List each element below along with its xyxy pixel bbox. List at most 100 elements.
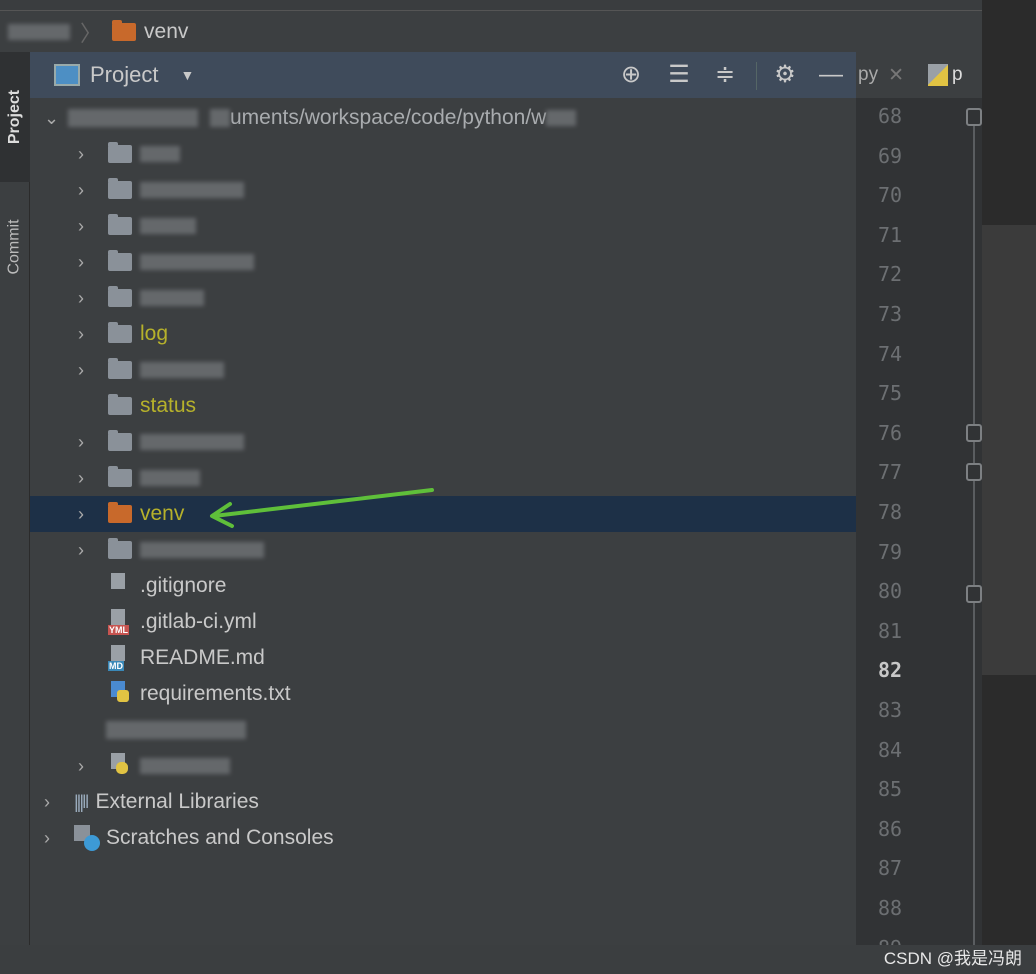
- line-number: 78: [878, 500, 903, 524]
- breadcrumb-separator: 〉: [80, 20, 103, 46]
- locate-icon[interactable]: ⊕: [616, 60, 646, 90]
- tool-window-stripe: Project Commit: [0, 52, 30, 945]
- line-number: 70: [878, 183, 903, 208]
- line-number: 75: [878, 381, 903, 406]
- python-requirements-icon: [108, 681, 132, 707]
- chevron-right-icon[interactable]: ›: [44, 828, 58, 849]
- line-number: 74: [878, 341, 903, 366]
- tree-root[interactable]: ⌄ uments/workspace/code/python/w: [30, 100, 856, 136]
- folder-label: log: [140, 322, 169, 345]
- window-top-edge: [0, 0, 982, 10]
- breadcrumb-venv[interactable]: venv: [144, 20, 188, 44]
- chevron-right-icon[interactable]: ›: [44, 792, 58, 813]
- chevron-right-icon[interactable]: ›: [78, 252, 92, 273]
- tree-external-libraries[interactable]: › |||‖ External Libraries: [30, 784, 856, 820]
- blurred-text: [140, 434, 244, 450]
- line-number: 69: [878, 143, 903, 168]
- folder-icon: [108, 322, 132, 343]
- blurred-text: [68, 109, 198, 127]
- breadcrumb-project-blurred[interactable]: [8, 23, 70, 40]
- line-number: 68: [878, 104, 903, 128]
- tree-folder-status[interactable]: status: [30, 388, 856, 424]
- close-icon[interactable]: ✕: [888, 64, 904, 87]
- fold-marker-icon[interactable]: [966, 585, 982, 603]
- tree-file[interactable]: [30, 712, 856, 748]
- fold-marker-icon[interactable]: [966, 108, 982, 126]
- project-panel: Project ▼ ⊕ ☰ ≑ ⚙ — ⌄ uments/workspace/c…: [30, 52, 856, 945]
- blurred-text: [140, 470, 200, 486]
- chevron-right-icon[interactable]: ›: [78, 288, 92, 309]
- tree-folder[interactable]: ›: [30, 280, 856, 316]
- line-number: 84: [878, 737, 903, 762]
- chevron-down-icon[interactable]: ⌄: [44, 108, 59, 129]
- gear-icon[interactable]: ⚙: [770, 60, 800, 90]
- chevron-right-icon[interactable]: ›: [78, 756, 92, 777]
- tree-file-gitignore[interactable]: .gitignore: [30, 568, 856, 604]
- file-label: requirements.txt: [140, 682, 291, 705]
- expand-all-icon[interactable]: ☰: [664, 60, 694, 90]
- collapse-all-icon[interactable]: ≑: [710, 60, 740, 90]
- blurred-text: [106, 721, 246, 739]
- tree-folder-venv[interactable]: › venv: [30, 496, 856, 532]
- side-tab-commit[interactable]: Commit: [0, 192, 30, 302]
- chevron-down-icon[interactable]: ▼: [180, 67, 194, 83]
- editor-region: [982, 225, 1036, 675]
- tree-scratches[interactable]: › Scratches and Consoles: [30, 820, 856, 856]
- minimize-icon[interactable]: —: [816, 60, 846, 90]
- editor-area: [982, 0, 1036, 974]
- project-panel-header: Project ▼ ⊕ ☰ ≑ ⚙ —: [30, 52, 856, 98]
- project-view-selector[interactable]: Project: [90, 62, 158, 88]
- chevron-right-icon[interactable]: ›: [78, 468, 92, 489]
- markdown-file-icon: MD: [108, 645, 132, 671]
- tree-folder[interactable]: ›: [30, 172, 856, 208]
- tree-folder[interactable]: ›: [30, 352, 856, 388]
- folder-icon: [108, 538, 132, 559]
- tree-folder[interactable]: ›: [30, 208, 856, 244]
- line-number: 81: [878, 618, 903, 643]
- root-path: uments/workspace/code/python/w: [230, 106, 547, 129]
- editor-tab-p[interactable]: p: [952, 64, 963, 86]
- line-number: 80: [878, 579, 903, 604]
- tree-folder-log[interactable]: › log: [30, 316, 856, 352]
- tree-folder[interactable]: ›: [30, 424, 856, 460]
- folder-icon: [108, 250, 132, 271]
- folder-icon: [108, 430, 132, 451]
- chevron-right-icon[interactable]: ›: [78, 432, 92, 453]
- editor-tab-py[interactable]: py: [858, 64, 878, 86]
- chevron-right-icon[interactable]: ›: [78, 144, 92, 165]
- chevron-right-icon[interactable]: ›: [78, 324, 92, 345]
- folder-icon: [108, 142, 132, 163]
- tree-file-requirements[interactable]: requirements.txt: [30, 676, 856, 712]
- side-tab-project[interactable]: Project: [0, 52, 30, 182]
- fold-marker-icon[interactable]: [966, 463, 982, 481]
- line-number: 82: [878, 658, 903, 683]
- fold-guide: [973, 112, 975, 945]
- breadcrumb: 〉 venv: [0, 10, 982, 52]
- blurred-text: [140, 758, 230, 774]
- line-number: 79: [878, 539, 903, 564]
- tree-folder[interactable]: ›: [30, 460, 856, 496]
- tree-folder[interactable]: ›: [30, 136, 856, 172]
- tree-file-gitlab-ci[interactable]: YML .gitlab-ci.yml: [30, 604, 856, 640]
- fold-marker-icon[interactable]: [966, 424, 982, 442]
- line-number: 85: [878, 777, 903, 802]
- folder-icon: [108, 178, 132, 199]
- chevron-right-icon[interactable]: ›: [78, 540, 92, 561]
- library-icon: |||‖: [74, 791, 90, 812]
- folder-icon: [112, 19, 137, 41]
- chevron-right-icon[interactable]: ›: [78, 180, 92, 201]
- chevron-right-icon[interactable]: ›: [78, 216, 92, 237]
- chevron-right-icon[interactable]: ›: [78, 360, 92, 381]
- ignore-file-icon: [108, 573, 132, 599]
- chevron-right-icon[interactable]: ›: [78, 504, 92, 525]
- tree-label: External Libraries: [95, 790, 259, 813]
- tree-folder[interactable]: ›: [30, 532, 856, 568]
- blurred-text: [140, 182, 244, 198]
- tree-file-readme[interactable]: MD README.md: [30, 640, 856, 676]
- tree-folder[interactable]: ›: [30, 244, 856, 280]
- python-file-icon: [928, 64, 948, 86]
- line-number: 86: [878, 816, 903, 841]
- scratches-icon: [74, 825, 100, 851]
- tree-file[interactable]: ›: [30, 748, 856, 784]
- line-number: 77: [878, 460, 903, 485]
